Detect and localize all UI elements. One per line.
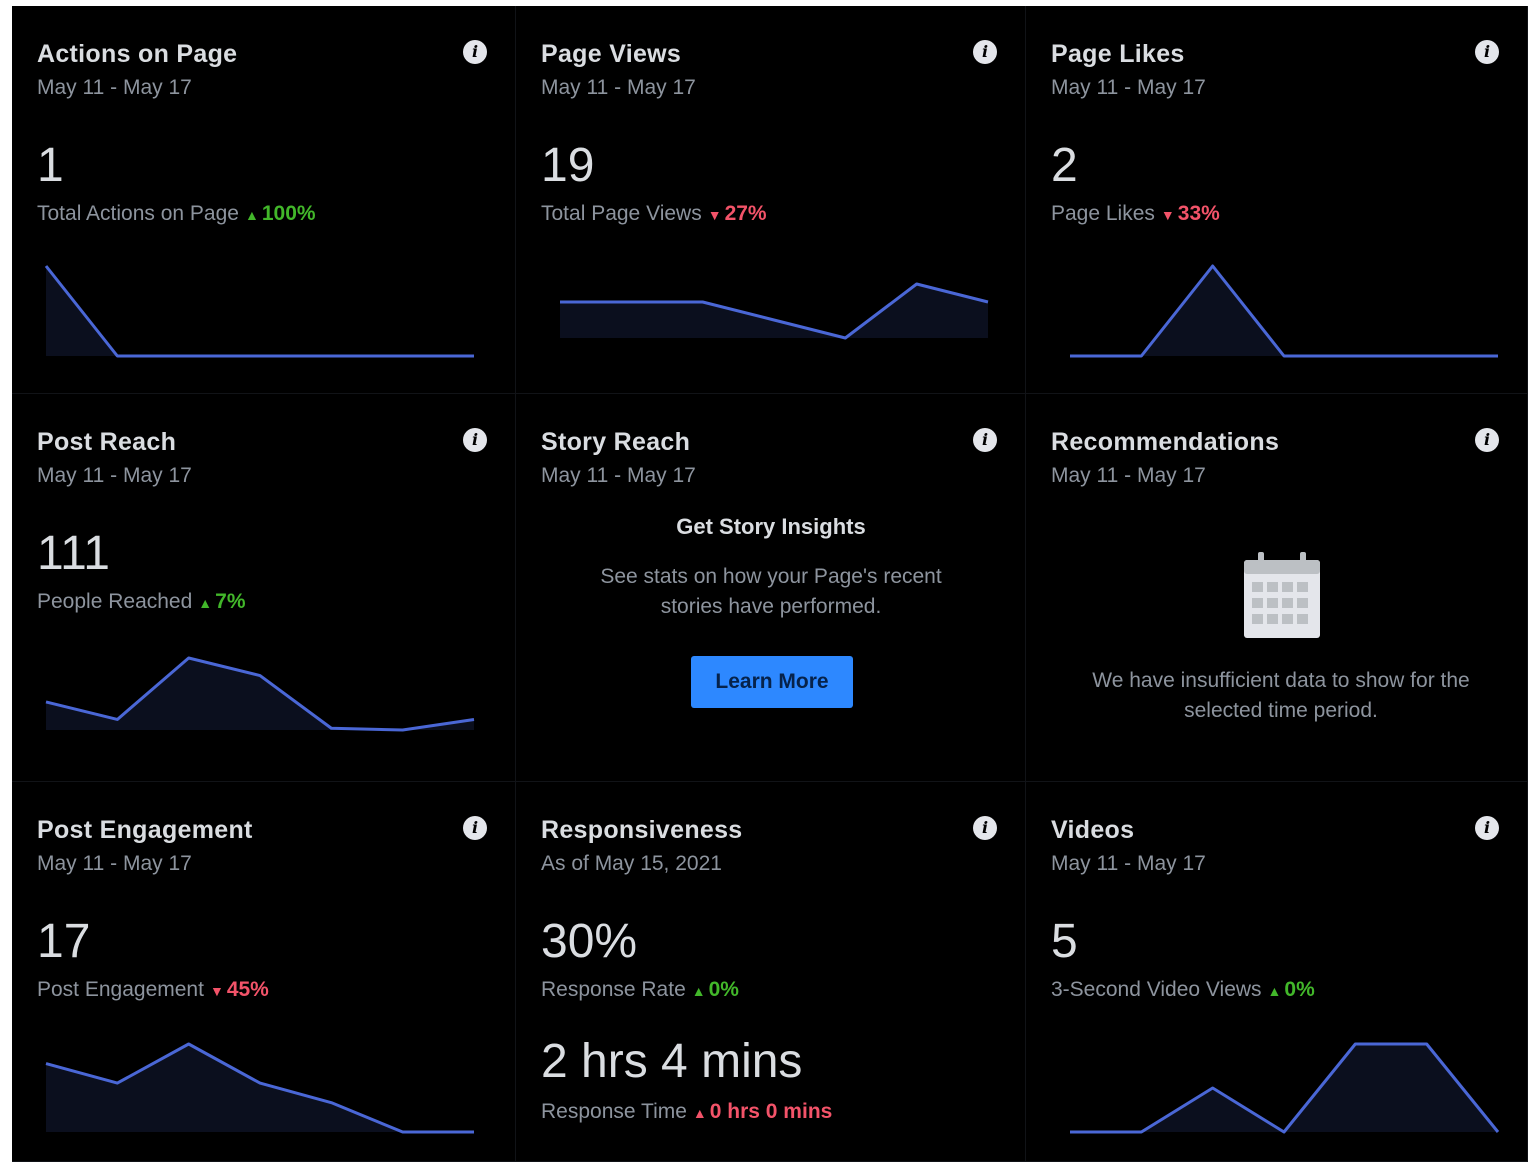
metric-label: Response Time	[541, 1100, 687, 1123]
triangle-up-icon: ▲	[692, 1105, 707, 1121]
card-date: As of May 15, 2021	[541, 852, 722, 875]
sparkline-area	[46, 1044, 474, 1132]
change-up: ▲ 0 hrs 0 mins	[693, 1100, 832, 1123]
card-title: Story Reach	[541, 428, 691, 456]
sparkline-area	[560, 284, 988, 338]
card-title: Recommendations	[1051, 428, 1280, 456]
info-icon[interactable]: i	[1475, 428, 1499, 452]
card-date: May 11 - May 17	[541, 464, 696, 487]
metric-label-row: Response Rate ▲ 0%	[541, 978, 739, 1002]
change-value: 0 hrs 0 mins	[709, 1100, 833, 1123]
response-time-value: 2 hrs 4 mins	[541, 1035, 803, 1088]
sparkline-chart	[1070, 264, 1498, 358]
story-reach-card: Story Reach May 11 - May 17 i Get Story …	[516, 394, 1026, 782]
calendar-icon	[1244, 552, 1320, 638]
response-rate-value: 30%	[541, 915, 638, 968]
sparkline-area	[1070, 266, 1498, 356]
responsiveness-card: Responsiveness As of May 15, 2021 i 30% …	[516, 782, 1026, 1162]
insights-grid: Actions on Page May 11 - May 17 i 1 Tota…	[12, 6, 1528, 1162]
info-icon[interactable]: i	[973, 816, 997, 840]
sparkline-line	[44, 265, 474, 358]
story-insights-heading: Get Story Insights	[676, 514, 866, 539]
metric-label-row: Response Time ▲ 0 hrs 0 mins	[541, 1100, 832, 1124]
story-insights-description: See stats on how your Page's recent stor…	[600, 565, 942, 618]
sparkline-chart	[45, 1042, 474, 1134]
info-icon[interactable]: i	[973, 428, 997, 452]
videos-card: Videos May 11 - May 17 i 5 3-Second Vide…	[1026, 782, 1528, 1162]
engagement-card: Post Engagement May 11 - May 17 i 17 Pos…	[12, 782, 516, 1162]
insufficient-data-message: We have insufficient data to show for th…	[1092, 669, 1470, 722]
sparkline-chart	[1070, 1042, 1500, 1134]
views-card: Page Views May 11 - May 17 i 19 Total Pa…	[516, 6, 1026, 394]
actions-card: Actions on Page May 11 - May 17 i 1 Tota…	[12, 6, 516, 394]
change-value: 0%	[708, 978, 739, 1001]
sparkline-chart	[45, 656, 475, 732]
metric-label: Response Rate	[541, 978, 686, 1001]
card-title: Responsiveness	[541, 816, 743, 844]
likes-card: Page Likes May 11 - May 17 i 2 Page Like…	[1026, 6, 1528, 394]
recommendations-card: Recommendations May 11 - May 17 i We hav…	[1026, 394, 1528, 782]
sparkline-line	[1070, 264, 1498, 358]
change-up: ▲ 0%	[692, 978, 739, 1001]
reach-card: Post Reach May 11 - May 17 i 111 People …	[12, 394, 516, 782]
sparkline-area	[1070, 1044, 1498, 1132]
card-date: May 11 - May 17	[1051, 464, 1206, 487]
learn-more-button[interactable]: Learn More	[691, 656, 853, 708]
sparkline-area	[46, 266, 474, 356]
sparkline-chart	[560, 282, 989, 340]
triangle-up-icon: ▲	[691, 983, 706, 999]
sparkline-chart	[44, 265, 474, 358]
